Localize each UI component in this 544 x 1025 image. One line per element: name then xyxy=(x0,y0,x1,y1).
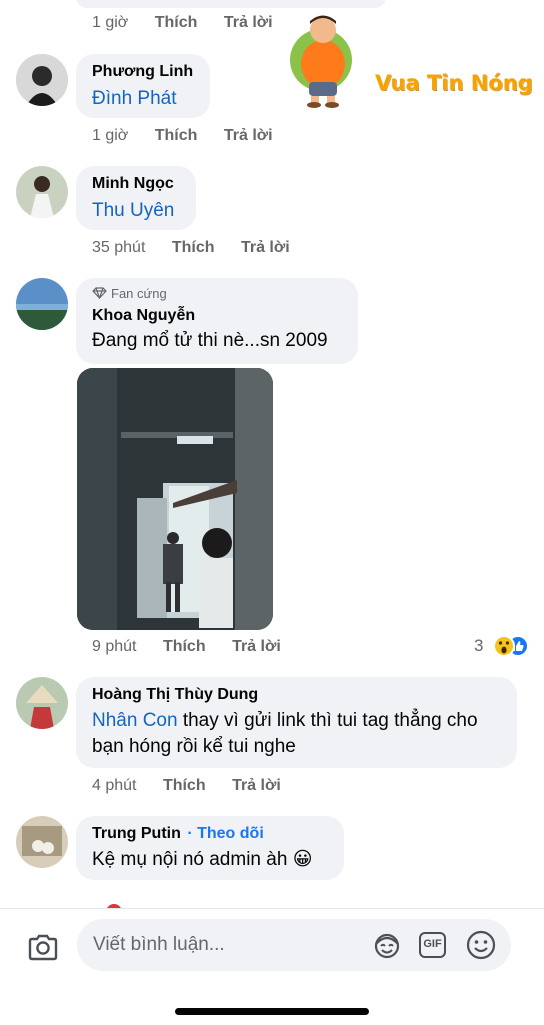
reaction-count: 3 xyxy=(474,636,484,655)
comment-meta: 1 giờ Thích Trả lời xyxy=(92,126,273,146)
watermark-logo: Vua Tin Nóng xyxy=(287,8,537,113)
avatar-image xyxy=(16,54,68,106)
comment-text: Nhân Con thay vì gửi link thì tui tag th… xyxy=(92,708,501,760)
comment-text[interactable]: Đình Phát xyxy=(92,86,194,112)
mascot-icon xyxy=(290,15,352,108)
comment-author[interactable]: Khoa Nguyễn xyxy=(92,306,342,326)
avatar-image xyxy=(16,166,68,218)
comment-input[interactable]: Viết bình luận... GIF xyxy=(77,919,511,971)
comment-bubble: Minh Ngọc Thu Uyên xyxy=(76,166,196,230)
reply-button[interactable]: Trả lời xyxy=(241,239,290,256)
comment-bubble: Fan cứng Khoa Nguyễn Đang mổ tử thi nè..… xyxy=(76,278,358,364)
reply-button[interactable]: Trả lời xyxy=(224,127,273,144)
comment-bubble: Hoàng Thị Thùy Dung Nhân Con thay vì gửi… xyxy=(76,677,517,768)
comment-author-row: Trung Putin · Theo dõi xyxy=(92,824,328,844)
avatar[interactable] xyxy=(16,278,68,330)
avatar-image xyxy=(16,816,68,868)
reply-button[interactable]: Trả lời xyxy=(224,14,273,31)
like-button[interactable]: Thích xyxy=(172,239,215,256)
photo-image xyxy=(77,368,273,630)
comment-meta: 9 phút Thích Trả lời xyxy=(92,637,281,657)
home-indicator xyxy=(175,1008,369,1015)
comment-meta: 1 giờ Thích Trả lời xyxy=(92,13,273,33)
like-button[interactable]: Thích xyxy=(155,14,198,31)
like-button[interactable]: Thích xyxy=(155,127,198,144)
comment-author[interactable]: Minh Ngọc xyxy=(92,174,180,194)
comment-input-placeholder: Viết bình luận... xyxy=(93,934,225,955)
comment-text: Kệ mụ nội nó admin àh xyxy=(92,849,288,870)
wow-like-reaction-icon xyxy=(492,635,529,657)
comment-author[interactable]: Hoàng Thị Thùy Dung xyxy=(92,685,501,705)
follow-link[interactable]: · Theo dõi xyxy=(187,825,263,842)
comment-photo[interactable] xyxy=(77,368,273,630)
comment-meta: 35 phút Thích Trả lời xyxy=(92,238,290,258)
avatar-image xyxy=(16,677,68,729)
comment-time: 35 phút xyxy=(92,239,146,256)
comment-time: 4 phút xyxy=(92,777,137,794)
comment-text-row: Kệ mụ nội nó admin àh 😀 xyxy=(92,847,328,873)
reply-button[interactable]: Trả lời xyxy=(232,777,281,794)
comment-time: 9 phút xyxy=(92,638,137,655)
comment-bubble: Phương Linh Đình Phát xyxy=(76,54,210,118)
fan-badge-label: Fan cứng xyxy=(111,286,167,301)
camera-icon[interactable] xyxy=(27,933,59,961)
comment-bubble: Trung Putin · Theo dõi Kệ mụ nội nó admi… xyxy=(76,816,344,880)
comment-time: 1 giờ xyxy=(92,127,129,144)
watermark-text: Vua Tin Nóng xyxy=(375,71,533,95)
fan-badge: Fan cứng xyxy=(92,286,342,302)
like-button[interactable]: Thích xyxy=(163,638,206,655)
grin-emoji: 😀 xyxy=(292,849,313,870)
comment-meta: 4 phút Thích Trả lời xyxy=(92,776,281,796)
avatar-image xyxy=(16,278,68,330)
avatar[interactable] xyxy=(16,677,68,729)
reply-button[interactable]: Trả lời xyxy=(232,638,281,655)
comment-author[interactable]: Phương Linh xyxy=(92,62,194,82)
comment-bubble-partial xyxy=(76,0,386,8)
avatar[interactable] xyxy=(16,54,68,106)
comment-time: 1 giờ xyxy=(92,14,129,31)
comment-text: Đang mổ tử thi nè...sn 2009 xyxy=(92,330,328,351)
avatar-sticker-icon[interactable] xyxy=(371,930,403,960)
comment-composer: Viết bình luận... GIF xyxy=(0,908,544,1025)
diamond-icon xyxy=(92,287,107,300)
tagged-user[interactable]: Nhân Con xyxy=(92,710,178,731)
gif-label: GIF xyxy=(423,938,442,950)
avatar[interactable] xyxy=(16,816,68,868)
like-button[interactable]: Thích xyxy=(163,777,206,794)
emoji-icon[interactable] xyxy=(465,929,497,961)
gif-button[interactable]: GIF xyxy=(419,932,446,958)
avatar[interactable] xyxy=(16,166,68,218)
comment-author[interactable]: Trung Putin xyxy=(92,825,181,842)
reaction-summary[interactable]: 3 xyxy=(474,635,534,657)
comment-text[interactable]: Thu Uyên xyxy=(92,198,180,224)
